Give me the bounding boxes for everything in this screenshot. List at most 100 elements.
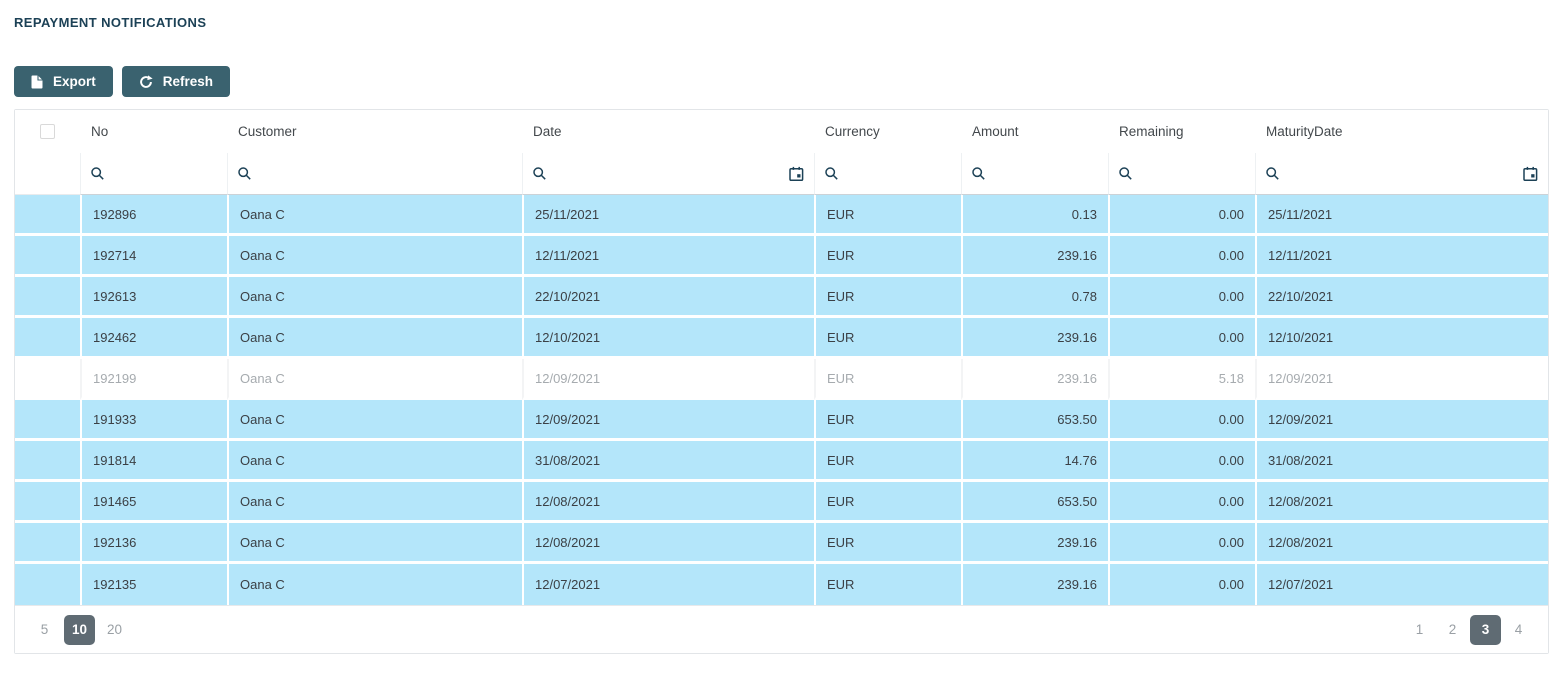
- amount-filter-input[interactable]: [991, 166, 1075, 181]
- cell-customer: Oana C: [227, 482, 522, 523]
- cell-maturity-date: 12/11/2021: [1255, 236, 1548, 277]
- calendar-icon[interactable]: [789, 166, 804, 181]
- refresh-button[interactable]: Refresh: [122, 66, 230, 97]
- table-body: 192896 Oana C 25/11/2021 EUR 0.13 0.00 2…: [15, 195, 1548, 605]
- table-row[interactable]: 192714 Oana C 12/11/2021 EUR 239.16 0.00…: [15, 236, 1548, 277]
- customer-filter-input[interactable]: [257, 166, 433, 181]
- no-filter-input[interactable]: [110, 166, 194, 181]
- row-select-cell[interactable]: [15, 441, 80, 482]
- select-all-checkbox[interactable]: [40, 124, 55, 139]
- search-icon: [825, 167, 838, 180]
- page-size-selector: 5 10 20: [29, 615, 130, 645]
- cell-no: 192714: [80, 236, 227, 277]
- cell-maturity-date: 12/07/2021: [1255, 564, 1548, 605]
- cell-remaining: 0.00: [1108, 564, 1255, 605]
- refresh-button-label: Refresh: [163, 74, 213, 89]
- cell-currency: EUR: [814, 482, 961, 523]
- row-select-cell[interactable]: [15, 400, 80, 441]
- cell-date: 12/08/2021: [522, 482, 814, 523]
- column-header-remaining[interactable]: Remaining: [1108, 110, 1255, 153]
- row-select-cell[interactable]: [15, 195, 80, 236]
- cell-remaining: 0.00: [1108, 523, 1255, 564]
- column-header-date[interactable]: Date: [522, 110, 814, 153]
- cell-currency: EUR: [814, 236, 961, 277]
- page-2[interactable]: 2: [1437, 615, 1468, 645]
- cell-no: 191933: [80, 400, 227, 441]
- row-select-cell[interactable]: [15, 482, 80, 523]
- cell-date: 12/07/2021: [522, 564, 814, 605]
- column-header-maturity-date[interactable]: MaturityDate: [1255, 110, 1548, 153]
- table-row[interactable]: 192613 Oana C 22/10/2021 EUR 0.78 0.00 2…: [15, 277, 1548, 318]
- filter-cell-no: [80, 153, 227, 195]
- column-header-amount[interactable]: Amount: [961, 110, 1108, 153]
- date-filter-input[interactable]: [552, 166, 726, 181]
- maturity-date-filter-input[interactable]: [1285, 166, 1460, 181]
- cell-no: 192896: [80, 195, 227, 236]
- cell-remaining: 0.00: [1108, 400, 1255, 441]
- cell-maturity-date: 31/08/2021: [1255, 441, 1548, 482]
- filter-row: [15, 153, 1548, 195]
- cell-currency: EUR: [814, 195, 961, 236]
- column-header-customer[interactable]: Customer: [227, 110, 522, 153]
- page-size-10[interactable]: 10: [64, 615, 95, 645]
- cell-date: 31/08/2021: [522, 441, 814, 482]
- cell-no: 191814: [80, 441, 227, 482]
- table-row[interactable]: 192462 Oana C 12/10/2021 EUR 239.16 0.00…: [15, 318, 1548, 359]
- row-select-cell[interactable]: [15, 318, 80, 359]
- table-row[interactable]: 192135 Oana C 12/07/2021 EUR 239.16 0.00…: [15, 564, 1548, 605]
- page-1[interactable]: 1: [1404, 615, 1435, 645]
- search-icon: [238, 167, 251, 180]
- cell-date: 25/11/2021: [522, 195, 814, 236]
- toolbar: Export Refresh: [14, 66, 1549, 97]
- cell-date: 12/10/2021: [522, 318, 814, 359]
- cell-customer: Oana C: [227, 236, 522, 277]
- pagination-bar: 5 10 20 1 2 3 4: [15, 605, 1548, 653]
- calendar-icon[interactable]: [1523, 166, 1538, 181]
- page-4[interactable]: 4: [1503, 615, 1534, 645]
- export-button-label: Export: [53, 74, 96, 89]
- cell-amount: 0.78: [961, 277, 1108, 318]
- cell-remaining: 0.00: [1108, 236, 1255, 277]
- cell-currency: EUR: [814, 318, 961, 359]
- search-icon: [1266, 167, 1279, 180]
- cell-no: 192135: [80, 564, 227, 605]
- page-size-20[interactable]: 20: [99, 615, 130, 645]
- cell-date: 12/08/2021: [522, 523, 814, 564]
- cell-date: 22/10/2021: [522, 277, 814, 318]
- row-select-cell[interactable]: [15, 277, 80, 318]
- repayment-notifications-page: REPAYMENT NOTIFICATIONS Export Refresh: [0, 0, 1563, 667]
- cell-date: 12/09/2021: [522, 400, 814, 441]
- table-row[interactable]: 192136 Oana C 12/08/2021 EUR 239.16 0.00…: [15, 523, 1548, 564]
- table-row[interactable]: 191814 Oana C 31/08/2021 EUR 14.76 0.00 …: [15, 441, 1548, 482]
- row-select-cell[interactable]: [15, 236, 80, 277]
- row-select-cell[interactable]: [15, 564, 80, 605]
- row-select-cell[interactable]: [15, 359, 80, 400]
- page-3[interactable]: 3: [1470, 615, 1501, 645]
- cell-date: 12/09/2021: [522, 359, 814, 400]
- cell-amount: 14.76: [961, 441, 1108, 482]
- cell-currency: EUR: [814, 359, 961, 400]
- cell-maturity-date: 25/11/2021: [1255, 195, 1548, 236]
- filter-cell-customer: [227, 153, 522, 195]
- column-header-no[interactable]: No: [80, 110, 227, 153]
- search-icon: [533, 167, 546, 180]
- filter-cell-checkbox: [15, 153, 80, 195]
- page-size-5[interactable]: 5: [29, 615, 60, 645]
- export-button[interactable]: Export: [14, 66, 113, 97]
- row-select-cell[interactable]: [15, 523, 80, 564]
- cell-no: 192462: [80, 318, 227, 359]
- column-header-currency[interactable]: Currency: [814, 110, 961, 153]
- currency-filter-input[interactable]: [844, 166, 928, 181]
- cell-customer: Oana C: [227, 318, 522, 359]
- cell-maturity-date: 12/08/2021: [1255, 523, 1548, 564]
- cell-amount: 239.16: [961, 359, 1108, 400]
- cell-amount: 239.16: [961, 523, 1108, 564]
- table-row[interactable]: 191933 Oana C 12/09/2021 EUR 653.50 0.00…: [15, 400, 1548, 441]
- table-row[interactable]: 191465 Oana C 12/08/2021 EUR 653.50 0.00…: [15, 482, 1548, 523]
- remaining-filter-input[interactable]: [1138, 166, 1222, 181]
- file-icon: [31, 75, 43, 89]
- cell-no: 192199: [80, 359, 227, 400]
- table-row[interactable]: 192199 Oana C 12/09/2021 EUR 239.16 5.18…: [15, 359, 1548, 400]
- cell-remaining: 0.00: [1108, 195, 1255, 236]
- table-row[interactable]: 192896 Oana C 25/11/2021 EUR 0.13 0.00 2…: [15, 195, 1548, 236]
